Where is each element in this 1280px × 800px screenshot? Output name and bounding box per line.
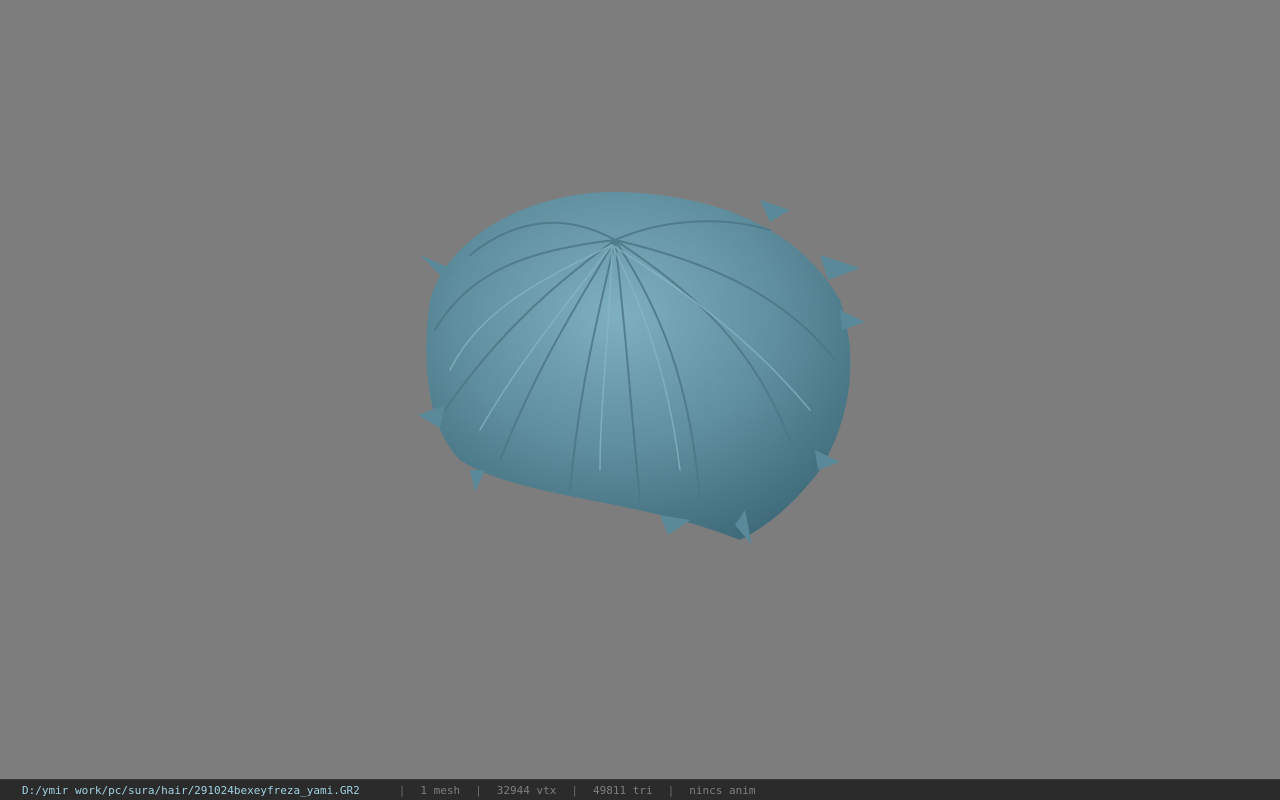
mesh-count: 1 mesh: [420, 783, 461, 797]
separator: |: [475, 783, 482, 797]
file-path: D:/ymir work/pc/sura/hair/291024bexeyfre…: [22, 783, 360, 797]
animation-status: nincs anim: [689, 783, 756, 797]
hair-model[interactable]: [0, 0, 1280, 779]
separator: |: [571, 783, 578, 797]
hair-mesh: [418, 191, 865, 545]
separator: |: [398, 783, 406, 797]
triangle-count: 49811 tri: [593, 783, 653, 797]
separator: |: [667, 783, 675, 797]
vertex-count: 32944 vtx: [496, 783, 557, 797]
3d-viewport[interactable]: [0, 0, 1280, 779]
status-bar: D:/ymir work/pc/sura/hair/291024bexeyfre…: [0, 779, 1280, 800]
